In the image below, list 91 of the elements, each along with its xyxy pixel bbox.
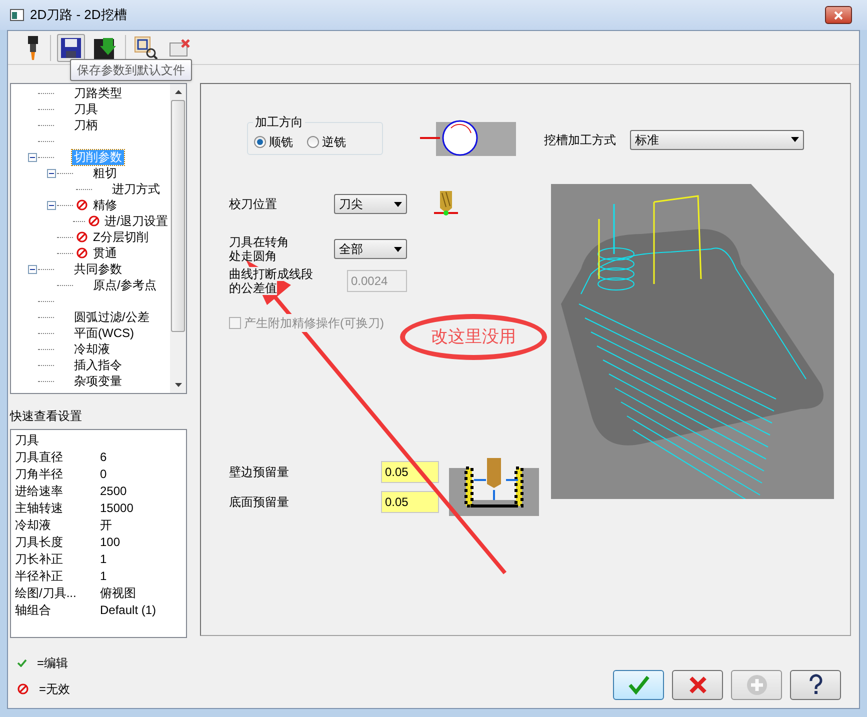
legend-label: =无效 [39, 681, 70, 698]
cross-icon [688, 675, 708, 695]
tree-item[interactable]: Z分层切削 [91, 230, 150, 244]
invalid-icon [17, 683, 29, 695]
group-title: 加工方向 [253, 114, 305, 128]
setting-value: 100 [100, 534, 120, 550]
setting-value: Default (1) [100, 602, 156, 618]
tree-item[interactable]: 进/退刀设置 [102, 214, 170, 228]
ok-button[interactable] [613, 670, 664, 700]
close-button[interactable] [825, 6, 852, 24]
setting-value: 1 [100, 568, 107, 584]
checkmark-icon [628, 675, 650, 695]
collapse-toggle[interactable] [28, 152, 37, 162]
field-label: 处走圆角 [229, 249, 278, 263]
radio-option[interactable]: 顺铣 [254, 133, 293, 151]
setting-label: 刀长补正 [15, 550, 64, 568]
tool-holder-icon [27, 34, 39, 60]
window-icon [10, 9, 24, 21]
tooltip: 保存参数到默认文件 [70, 59, 192, 81]
setting-label: 刀具直径 [15, 448, 64, 466]
setting-label: 刀具 [15, 432, 40, 448]
setting-label: 刀角半径 [15, 466, 64, 482]
field-label: 壁边预留量 [229, 464, 290, 481]
close-icon [834, 10, 843, 20]
tree-item[interactable]: 粗切 [91, 166, 119, 180]
collapse-toggle[interactable] [47, 168, 56, 178]
setting-value: 15000 [100, 500, 134, 516]
setting-label: 冷却液 [15, 516, 52, 534]
plus-icon [746, 674, 768, 696]
window-delete-icon [169, 38, 191, 58]
checkmark-icon [17, 659, 27, 667]
tree-item[interactable]: 刀具 [72, 102, 100, 116]
tree-item[interactable]: 杂项变量 [72, 374, 124, 388]
invalid-icon [76, 247, 88, 259]
setting-value: 6 [100, 448, 107, 466]
tree-item[interactable]: 圆弧过滤/公差 [72, 310, 152, 324]
field-label: 校刀位置 [229, 196, 278, 213]
legend-label: =编辑 [37, 655, 68, 672]
field-label: 挖槽加工方式 [544, 132, 616, 149]
caret-icon [394, 246, 402, 252]
cancel-button[interactable] [672, 670, 723, 700]
setting-label: 轴组合 [15, 602, 52, 618]
invalid-icon [88, 215, 100, 227]
tree-item[interactable]: 共同参数 [72, 262, 124, 276]
setting-value: 0 [100, 466, 107, 482]
tree-item[interactable]: 贯通 [91, 246, 119, 260]
window-title: 2D刀路 - 2D挖槽 [30, 6, 127, 24]
tool-position-dropdown[interactable]: 刀尖 [334, 194, 407, 214]
setting-value: 俯视图 [100, 584, 136, 602]
save-button[interactable] [57, 34, 85, 62]
setting-label: 刀具长度 [15, 534, 64, 550]
tree-item[interactable]: 平面(WCS) [72, 326, 136, 340]
radio-button[interactable] [254, 136, 266, 148]
tree-item[interactable]: 精修 [91, 198, 119, 212]
scrollbar[interactable] [170, 84, 186, 393]
caret-icon [791, 137, 799, 142]
setting-label: 绘图/刀具... [15, 584, 78, 602]
field-label: 底面预留量 [229, 494, 290, 511]
help-button[interactable] [790, 670, 841, 700]
caret-icon [394, 202, 402, 206]
stock-field[interactable]: 0.05 [381, 461, 439, 483]
field-label: 曲线打断成线段 [229, 267, 313, 281]
radio-option[interactable]: 逆铣 [307, 133, 346, 151]
corner-rounding-dropdown[interactable]: 全部 [334, 239, 407, 259]
tree-item[interactable]: 插入指令 [72, 358, 124, 372]
tree-item[interactable]: 刀路类型 [72, 86, 124, 100]
section-title: 快速查看设置 [10, 408, 83, 425]
invalid-icon [76, 199, 88, 211]
setting-label: 半径补正 [15, 568, 64, 584]
invalid-icon [76, 231, 88, 243]
radio-button[interactable] [307, 136, 319, 148]
tree-item[interactable]: 冷却液 [72, 342, 112, 356]
setting-label: 进给速率 [15, 482, 64, 500]
collapse-toggle[interactable] [47, 200, 56, 210]
scroll-down-icon [174, 383, 182, 387]
field-label: 的公差值 [229, 281, 277, 295]
field-label: 刀具在转角 [229, 235, 290, 249]
tree-item[interactable]: 原点/参考点 [91, 278, 158, 292]
tool-tip-icon [434, 191, 458, 217]
scroll-up-icon [174, 90, 182, 94]
collapse-toggle[interactable] [28, 264, 37, 274]
checkbox-label: 产生附加精修操作(可换刀) [244, 314, 384, 332]
setting-value: 1 [100, 550, 107, 568]
tree-item[interactable]: 刀柄 [72, 118, 100, 132]
setting-value: 2500 [100, 482, 127, 500]
setting-label: 主轴转速 [15, 500, 64, 516]
pocket-type-dropdown[interactable]: 标准 [630, 130, 804, 150]
tree-item[interactable]: 进刀方式 [110, 182, 162, 196]
stock-field[interactable]: 0.05 [381, 491, 439, 513]
setting-value: 开 [100, 516, 112, 534]
annotation-text: 改这里没用 [431, 326, 516, 348]
